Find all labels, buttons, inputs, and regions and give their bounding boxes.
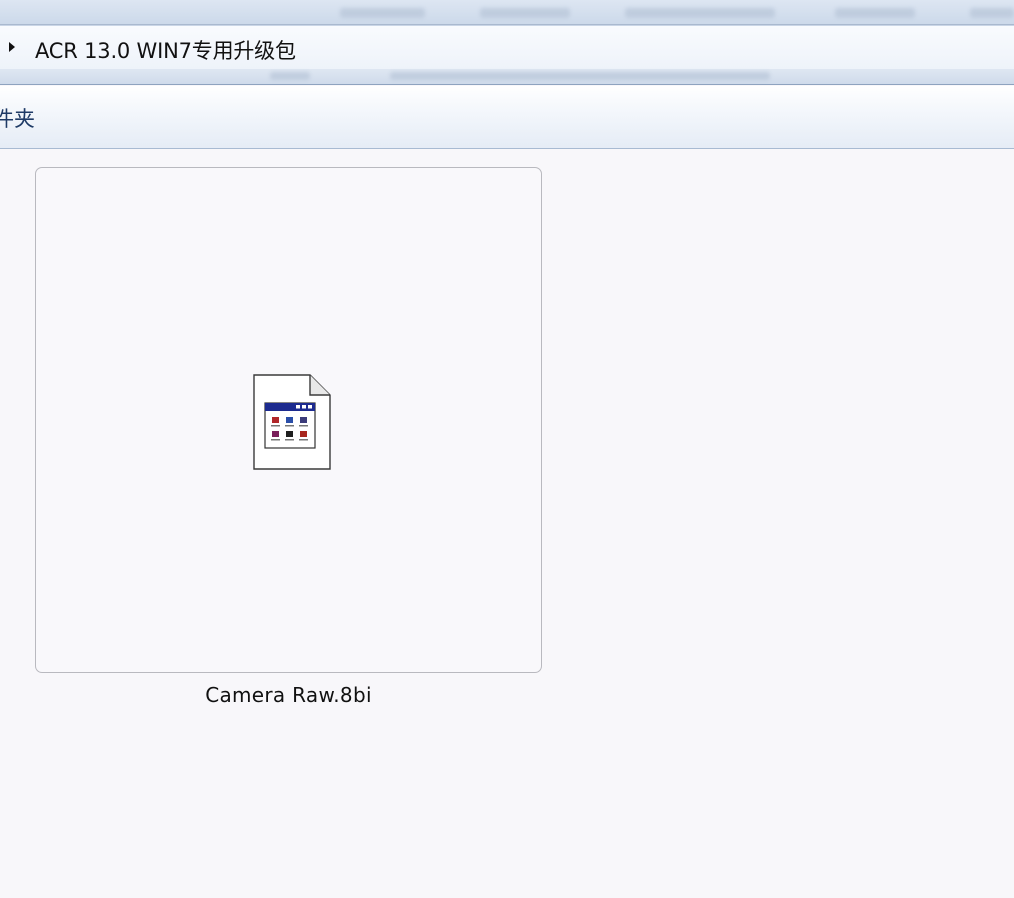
file-content-pane: Camera Raw.8bi xyxy=(0,149,1014,898)
toolbar-item-blurred xyxy=(480,8,570,18)
address-path[interactable]: ACR 13.0 WIN7专用升级包 xyxy=(35,35,296,65)
strip-item-blurred xyxy=(390,72,770,80)
folder-title: 件夹 xyxy=(0,107,35,131)
breadcrumb-strip xyxy=(0,69,1014,85)
expand-arrow-icon[interactable] xyxy=(9,42,15,52)
file-name-label[interactable]: Camera Raw.8bi xyxy=(35,683,542,707)
toolbar-item-blurred xyxy=(340,8,425,18)
window-toolbar-strip xyxy=(0,0,1014,25)
toolbar-item-blurred xyxy=(835,8,915,18)
folder-header: 件夹 xyxy=(0,86,1014,149)
plugin-file-icon xyxy=(253,374,331,470)
file-tile[interactable] xyxy=(35,167,542,673)
toolbar-item-blurred xyxy=(625,8,775,18)
toolbar-item-blurred xyxy=(970,8,1014,18)
strip-item-blurred xyxy=(270,72,310,80)
address-bar[interactable]: ACR 13.0 WIN7专用升级包 xyxy=(0,25,1014,70)
